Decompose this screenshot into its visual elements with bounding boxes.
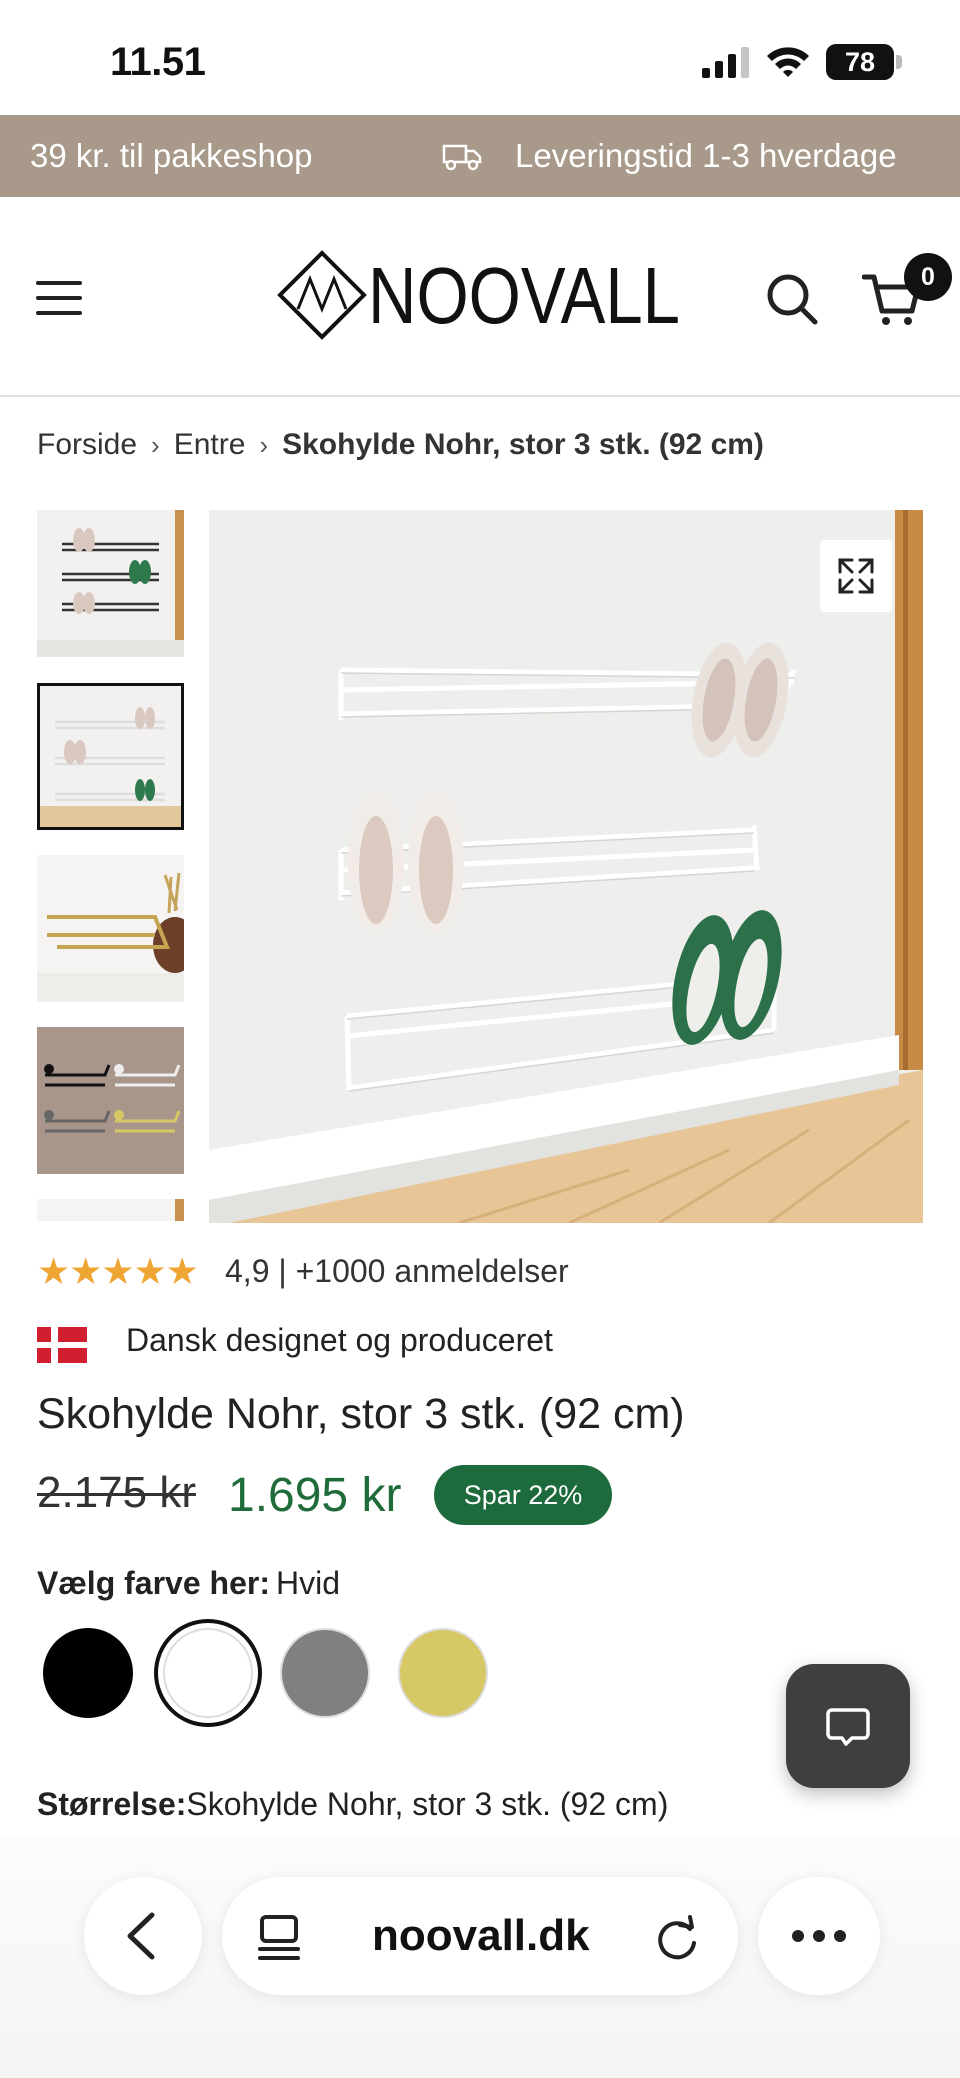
breadcrumb: Forside › Entre › Skohylde Nohr, stor 3 stk.…	[37, 428, 764, 462]
color-label: Vælg farve her: Hvid	[37, 1565, 340, 1602]
thumbnail-1[interactable]	[37, 510, 184, 657]
size-label-title: Størrelse:	[37, 1786, 187, 1822]
selected-size: Skohylde Nohr, stor 3 stk. (92 cm)	[186, 1786, 669, 1822]
main-product-image[interactable]	[209, 510, 923, 1223]
noovall-logo[interactable]: NOOVALL	[276, 249, 686, 341]
battery-icon: 78	[826, 44, 894, 80]
truck-icon	[442, 144, 482, 171]
battery-cap	[896, 55, 902, 69]
chat-icon	[826, 1708, 870, 1746]
menu-icon[interactable]	[36, 281, 82, 315]
url-text[interactable]: noovall.dk	[372, 1877, 590, 1995]
chat-button[interactable]	[786, 1664, 910, 1788]
sale-price: 1.695 kr	[228, 1469, 402, 1522]
breadcrumb-separator: ›	[151, 430, 160, 460]
thumbnail-3[interactable]	[37, 855, 184, 1002]
logo-text: NOOVALL	[368, 251, 680, 340]
cellular-signal-icon	[702, 47, 749, 78]
denmark-flag-icon	[37, 1327, 87, 1363]
size-label: Størrelse:Skohylde Nohr, stor 3 stk. (92…	[37, 1786, 668, 1823]
thumbnail-2[interactable]	[37, 683, 184, 830]
status-bar: 11.51 78	[0, 0, 960, 115]
more-options-button[interactable]	[758, 1877, 880, 1995]
delivery-time-text: Leveringstid 1-3 hverdage	[515, 137, 897, 174]
breadcrumb-current: Skohylde Nohr, stor 3 stk. (92 cm)	[282, 428, 764, 461]
color-swatch-white[interactable]	[163, 1628, 253, 1718]
product-title: Skohylde Nohr, stor 3 stk. (92 cm)	[37, 1390, 685, 1438]
thumbnail-4[interactable]	[37, 1027, 184, 1174]
announcement-bar: 39 kr. til pakkeshop Leveringstid 1-3 hv…	[0, 115, 960, 197]
cart-count-badge[interactable]: 0	[904, 253, 952, 301]
expand-icon	[838, 558, 874, 594]
ellipsis-icon	[792, 1930, 846, 1942]
breadcrumb-home[interactable]: Forside	[37, 428, 137, 461]
color-label-title: Vælg farve her:	[37, 1565, 270, 1601]
address-bar[interactable]: noovall.dk	[222, 1877, 738, 1995]
thumbnail-5[interactable]	[37, 1199, 184, 1221]
tabs-icon[interactable]	[256, 1913, 302, 1961]
discount-badge: Spar 22%	[434, 1465, 612, 1525]
expand-button[interactable]	[820, 540, 892, 612]
back-button[interactable]	[84, 1877, 202, 1995]
status-time: 11.51	[110, 40, 206, 84]
breadcrumb-entre[interactable]: Entre	[174, 428, 246, 461]
site-header: NOOVALL 0	[0, 197, 960, 397]
rating-text[interactable]: 4,9 | +1000 anmeldelser	[225, 1253, 569, 1290]
selected-color: Hvid	[275, 1565, 340, 1601]
reload-icon[interactable]	[654, 1915, 700, 1961]
breadcrumb-separator: ›	[259, 430, 269, 460]
origin-text: Dansk designet og produceret	[126, 1322, 553, 1358]
color-swatch-gold[interactable]	[398, 1628, 488, 1718]
old-price: 2.175 kr	[37, 1468, 196, 1517]
rating-stars-icon[interactable]: ★★★★★	[37, 1250, 199, 1293]
color-swatch-black[interactable]	[43, 1628, 133, 1718]
wifi-icon	[767, 47, 809, 77]
color-swatch-grey[interactable]	[280, 1628, 370, 1718]
chevron-left-icon	[127, 1912, 155, 1960]
shipping-price-text: 39 kr. til pakkeshop	[30, 137, 313, 174]
search-icon[interactable]	[764, 271, 820, 327]
